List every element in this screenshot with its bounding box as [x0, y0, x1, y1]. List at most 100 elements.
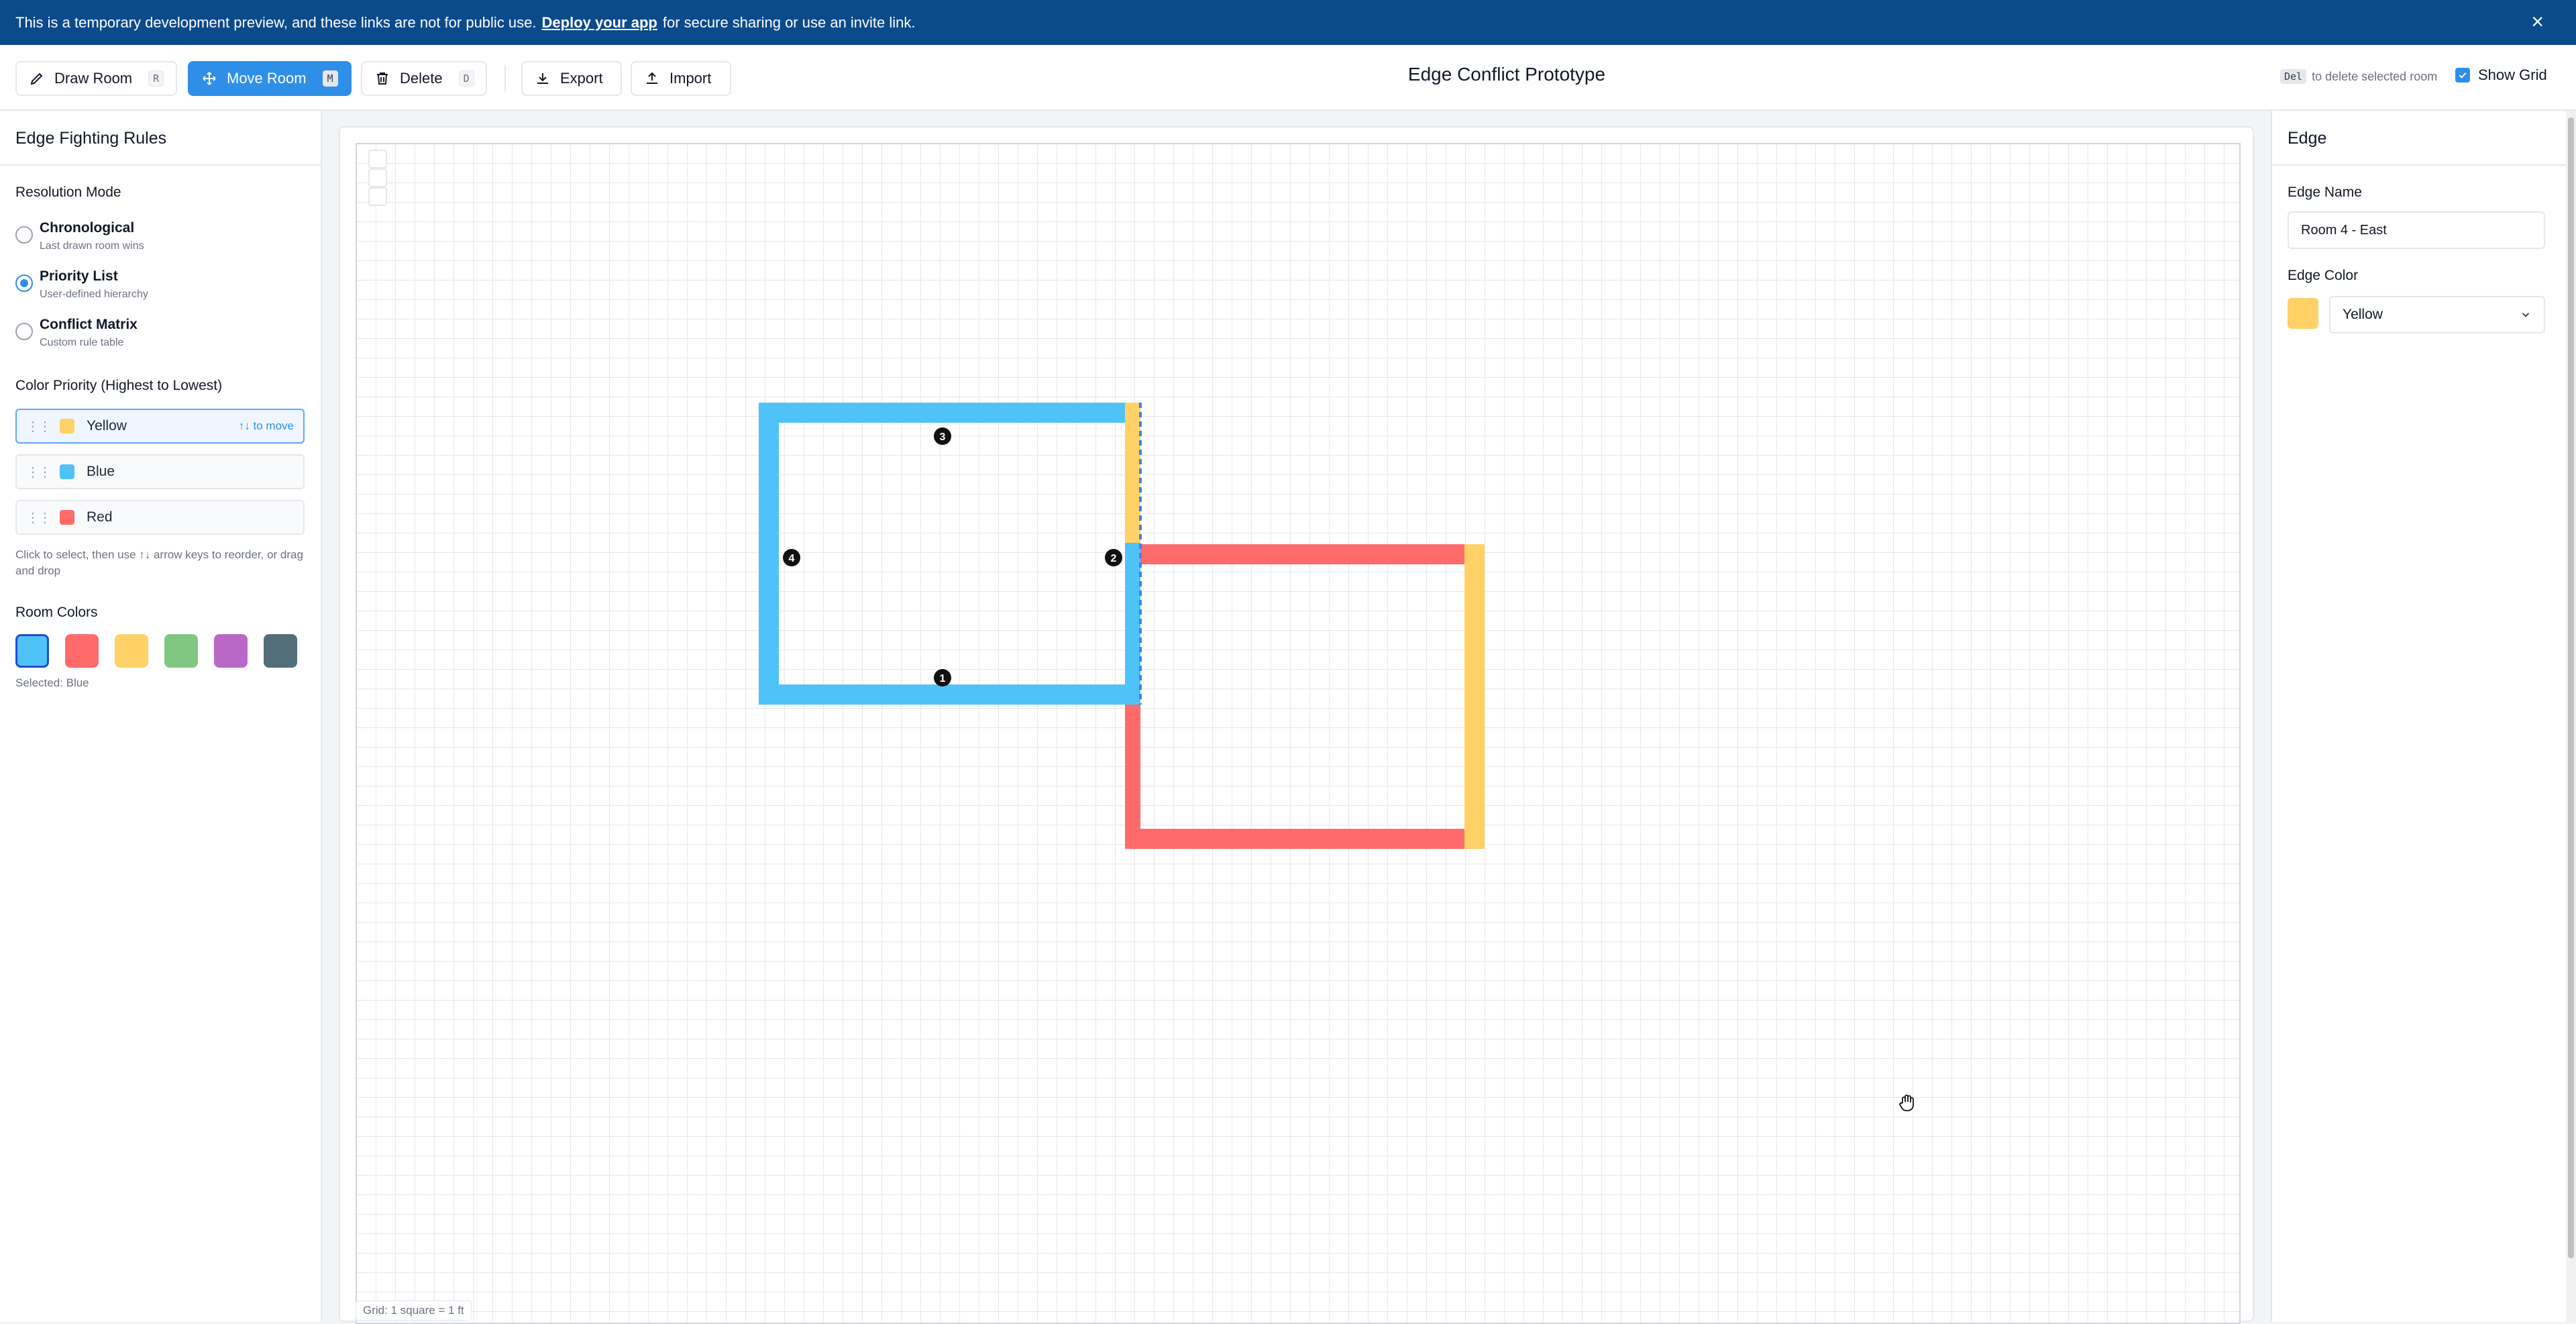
mode-radio-priority-list[interactable] — [15, 274, 33, 292]
room-b-west-edge[interactable] — [1125, 705, 1140, 849]
mode-desc-chronological: Last drawn room wins — [40, 240, 144, 252]
export-label: Export — [560, 70, 603, 87]
show-grid-toggle[interactable]: Show Grid — [2455, 66, 2547, 84]
edge-color-label: Edge Color — [2288, 268, 2359, 283]
toolbar: Draw Room R Move Room M Delete D Export … — [0, 45, 2576, 111]
show-grid-label: Show Grid — [2478, 66, 2547, 83]
room-color-swatch-yellow[interactable] — [115, 634, 148, 668]
room-color-swatch-blue[interactable] — [15, 634, 49, 668]
selected-color-text: Selected: Blue — [15, 676, 89, 689]
edge-color-select[interactable]: Yellow — [2329, 296, 2545, 334]
room-a-west-edge[interactable] — [759, 403, 779, 705]
priority-item-yellow[interactable]: ⋮⋮ Yellow ↑↓ to move — [15, 409, 305, 444]
hand-cursor-icon — [1899, 1094, 1914, 1111]
priority-item-blue[interactable]: ⋮⋮ Blue — [15, 454, 305, 489]
edge-marker-label: 3 — [940, 431, 946, 443]
delete-button[interactable]: Delete D — [361, 61, 487, 96]
mode-desc-priority-list: User-defined hierarchy — [40, 289, 148, 300]
delete-shortcut: D — [458, 70, 474, 87]
edge-color-value: Yellow — [2343, 307, 2383, 322]
deploy-link[interactable]: Deploy your app — [542, 14, 657, 32]
draw-room-shortcut: R — [148, 70, 164, 87]
trash-icon — [377, 72, 388, 85]
export-button[interactable]: Export — [521, 61, 622, 96]
panel-divider — [2272, 164, 2567, 166]
edge-marker-2[interactable]: 2 — [1105, 549, 1122, 566]
mode-label-chronological[interactable]: Chronological — [40, 220, 134, 236]
room-a-south-edge[interactable] — [759, 684, 1140, 705]
priority-swatch — [60, 419, 74, 434]
rules-panel-title: Edge Fighting Rules — [15, 129, 167, 148]
reorder-hint: ↑↓ to move — [238, 419, 294, 432]
show-grid-checkbox[interactable] — [2455, 68, 2470, 83]
mode-label-priority-list[interactable]: Priority List — [40, 268, 118, 285]
color-priority-title: Color Priority (Highest to Lowest) — [15, 378, 223, 393]
upload-icon — [647, 72, 657, 84]
room-color-swatch-purple[interactable] — [214, 634, 248, 668]
drag-handle-icon[interactable]: ⋮⋮ — [26, 418, 52, 435]
priority-label: Blue — [87, 464, 115, 479]
edge-marker-1[interactable]: 1 — [934, 669, 951, 686]
edge-properties-panel: Edge Edge Name Edge Color Yellow — [2271, 111, 2567, 1322]
draw-room-button[interactable]: Draw Room R — [15, 61, 177, 96]
resolution-mode-title: Resolution Mode — [15, 185, 121, 200]
banner-text-after: for secure sharing or use an invite link… — [662, 13, 916, 31]
check-icon — [2459, 72, 2467, 79]
panel-divider — [0, 164, 321, 166]
delete-hint-text: to delete selected room — [2312, 69, 2438, 83]
move-room-label: Move Room — [227, 70, 307, 87]
download-icon — [537, 73, 548, 84]
rooms-layer: 3 4 2 1 — [759, 403, 1914, 1111]
room-b-north-edge[interactable] — [1140, 544, 1464, 564]
priority-item-red[interactable]: ⋮⋮ Red — [15, 500, 305, 535]
chevron-down-icon — [2522, 313, 2530, 317]
mode-label-conflict-matrix[interactable]: Conflict Matrix — [40, 317, 138, 333]
room-color-swatch-red[interactable] — [65, 634, 99, 668]
room-b-south-edge[interactable] — [1125, 829, 1464, 849]
mode-radio-chronological[interactable] — [15, 226, 33, 244]
room-color-swatch-green[interactable] — [164, 634, 198, 668]
grid-scale-caption: Grid: 1 square = 1 ft — [356, 1301, 472, 1321]
drawing-canvas[interactable]: 3 4 2 1 — [356, 143, 2241, 1324]
toolbar-divider — [504, 65, 506, 92]
drag-handle-icon[interactable]: ⋮⋮ — [26, 509, 52, 526]
room-color-swatch-slate[interactable] — [264, 634, 297, 668]
scrollbar-thumb[interactable] — [2568, 117, 2574, 1258]
edge-marker-label: 1 — [940, 673, 946, 684]
drag-handle-icon[interactable]: ⋮⋮ — [26, 464, 52, 480]
page-scrollbar[interactable] — [2566, 111, 2576, 1322]
preview-banner: This is a temporary development preview,… — [0, 0, 2576, 45]
mode-radio-conflict-matrix[interactable] — [15, 323, 33, 340]
import-button[interactable]: Import — [631, 61, 731, 96]
import-label: Import — [669, 70, 712, 87]
mode-desc-conflict-matrix: Custom rule table — [40, 337, 124, 348]
room-a-east-edge-upper[interactable] — [1125, 403, 1140, 543]
room-colors-title: Room Colors — [15, 605, 98, 620]
edge-marker-4[interactable]: 4 — [783, 549, 800, 566]
edge-panel-title: Edge — [2288, 129, 2327, 148]
close-icon[interactable]: × — [2531, 11, 2544, 32]
room-b-east-edge[interactable] — [1464, 544, 1485, 849]
pencil-icon — [30, 72, 43, 85]
edge-marker-3[interactable]: 3 — [934, 427, 951, 445]
del-key: Del — [2280, 69, 2307, 84]
edge-name-input[interactable] — [2288, 211, 2545, 249]
draw-room-label: Draw Room — [54, 70, 133, 87]
move-room-shortcut: M — [322, 70, 338, 87]
delete-hint: Del to delete selected room — [2280, 69, 2437, 84]
priority-swatch — [60, 510, 74, 525]
room-a[interactable] — [759, 403, 1140, 705]
priority-help-text: Click to select, then use ↑↓ arrow keys … — [15, 548, 303, 577]
edge-name-label: Edge Name — [2288, 185, 2362, 200]
priority-label: Red — [87, 509, 113, 525]
priority-swatch — [60, 464, 74, 479]
room-a-north-edge[interactable] — [759, 403, 1125, 423]
edge-marker-label: 2 — [1111, 553, 1117, 564]
banner-text: This is a temporary development preview,… — [15, 13, 537, 31]
edge-color-chip — [2288, 298, 2318, 329]
canvas-container: 3 4 2 1 Grid: 1 square = 1 ft — [339, 126, 2254, 1324]
move-icon — [203, 72, 216, 85]
move-room-button[interactable]: Move Room M — [188, 61, 352, 96]
room-a-east-edge-lower[interactable] — [1125, 543, 1140, 705]
room-b[interactable] — [1125, 544, 1485, 849]
